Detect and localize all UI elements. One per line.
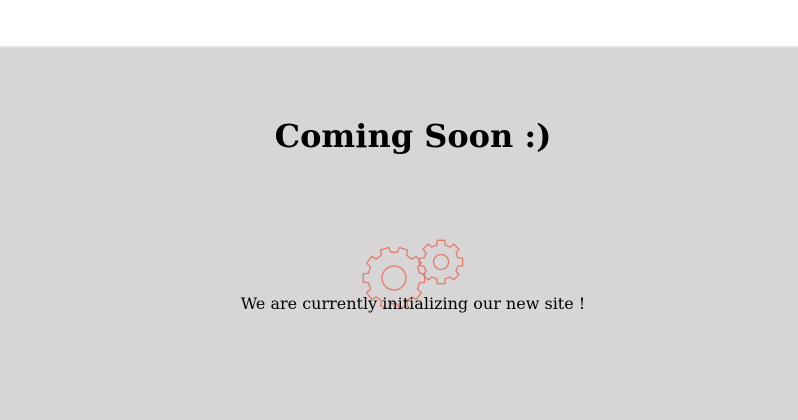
top-header-bar [0,0,798,48]
coming-soon-panel: Coming Soon :) We are currently initiali… [0,48,798,420]
page-title: Coming Soon :) [274,117,552,155]
status-message: We are currently initializing our new si… [240,294,586,313]
